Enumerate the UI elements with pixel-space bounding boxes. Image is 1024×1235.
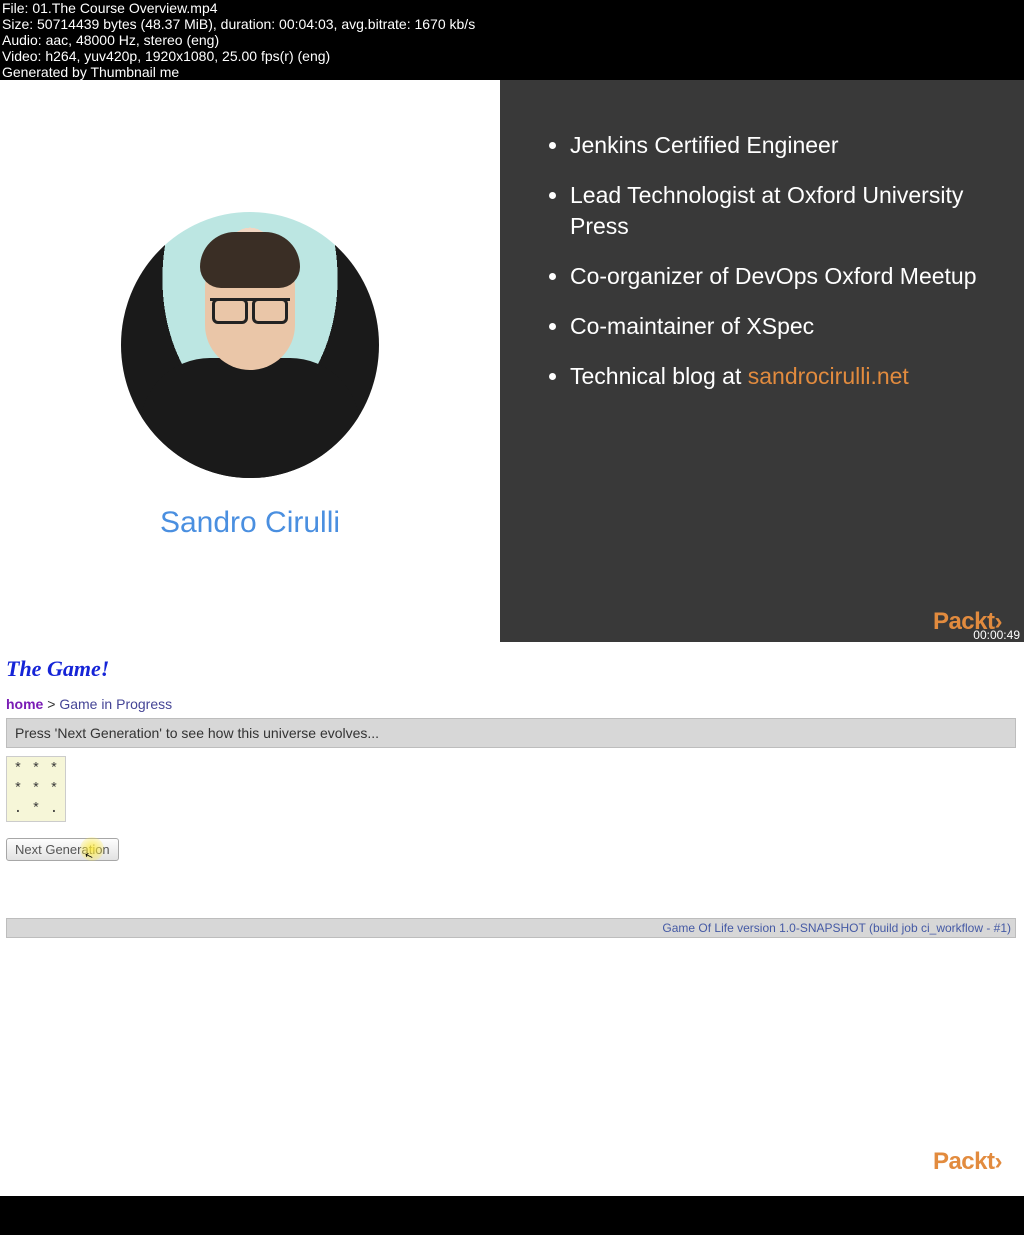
meta-audio: Audio: aac, 48000 Hz, stereo (eng) [2, 32, 1022, 48]
frame-timestamp: 00:01:37 [973, 1180, 1020, 1194]
blog-prefix: Technical blog at [570, 363, 748, 389]
grid-cell: * [27, 779, 45, 799]
credential-item: Co-maintainer of XSpec [570, 311, 1004, 342]
grid-cell: * [45, 779, 63, 799]
credential-item: Lead Technologist at Oxford University P… [570, 180, 1004, 242]
meta-generated: Generated by Thumbnail me [2, 64, 1022, 80]
breadcrumb: home > Game in Progress [6, 696, 1018, 712]
next-generation-label: Next Generation [15, 842, 110, 857]
grid-cell: * [27, 799, 45, 819]
grid-cell: * [9, 759, 27, 779]
video-frame-2: The Game! home > Game in Progress Press … [0, 642, 1024, 1196]
meta-video: Video: h264, yuv420p, 1920x1080, 25.00 f… [2, 48, 1022, 64]
packt-logo: Packt› [933, 1148, 1002, 1176]
breadcrumb-current: Game in Progress [59, 696, 172, 712]
grid-cell: * [9, 779, 27, 799]
author-panel: Sandro Cirulli [0, 80, 500, 642]
breadcrumb-home-link[interactable]: home [6, 696, 43, 712]
video-frame-1: Sandro Cirulli Jenkins Certified Enginee… [0, 80, 1024, 642]
author-avatar [121, 212, 379, 478]
footer-version-bar: Game Of Life version 1.0-SNAPSHOT (build… [6, 918, 1016, 938]
page-title: The Game! [6, 656, 1018, 682]
bottom-strip [0, 1196, 1024, 1235]
grid-cell: . [45, 799, 63, 819]
game-grid: * * * * * * . * . [6, 756, 66, 822]
thumbnail-metadata: File: 01.The Course Overview.mp4 Size: 5… [0, 0, 1024, 80]
credential-item: Co-organizer of DevOps Oxford Meetup [570, 261, 1004, 292]
frame-timestamp: 00:00:49 [973, 628, 1020, 642]
credentials-list: Jenkins Certified Engineer Lead Technolo… [540, 130, 1004, 392]
next-generation-button[interactable]: Next Generation ↖ [6, 838, 119, 861]
blog-link[interactable]: sandrocirulli.net [748, 363, 909, 389]
grid-cell: * [45, 759, 63, 779]
author-name: Sandro Cirulli [160, 506, 340, 540]
grid-cell: . [9, 799, 27, 819]
instruction-bar: Press 'Next Generation' to see how this … [6, 718, 1016, 748]
author-credentials-panel: Jenkins Certified Engineer Lead Technolo… [500, 80, 1024, 642]
breadcrumb-separator: > [43, 696, 59, 712]
meta-file: File: 01.The Course Overview.mp4 [2, 0, 1022, 16]
credential-item: Jenkins Certified Engineer [570, 130, 1004, 161]
credential-item-blog: Technical blog at sandrocirulli.net [570, 361, 1004, 392]
meta-size: Size: 50714439 bytes (48.37 MiB), durati… [2, 16, 1022, 32]
grid-cell: * [27, 759, 45, 779]
